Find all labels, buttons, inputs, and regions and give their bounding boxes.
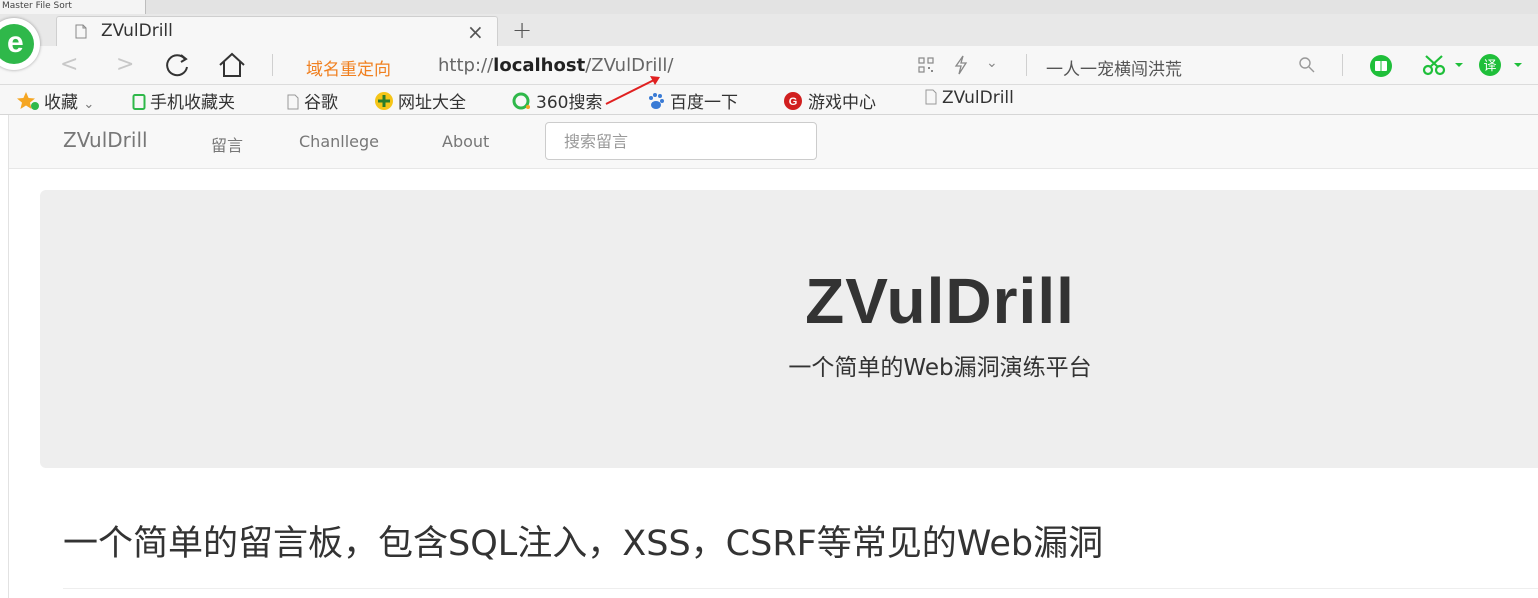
tab-strip: ZVulDrill × + [0,14,1538,46]
bookmark-360-search[interactable]: 360搜索 [512,88,602,113]
baidu-paw-icon [649,93,664,109]
bookmark-mobile-favorites[interactable]: 手机收藏夹 [132,88,235,113]
back-button[interactable]: < [60,52,78,77]
translate-extension-icon[interactable]: 译 [1476,53,1526,77]
tab-close-icon[interactable]: × [467,20,484,44]
url-host: localhost [493,55,586,76]
nav-link-challenge[interactable]: Chanllege [299,132,379,151]
scissors-extension-icon[interactable] [1420,53,1466,77]
top-strip: Master File Sort [0,0,1538,14]
browser-logo-icon: e [0,24,34,64]
new-tab-button[interactable]: + [512,16,532,44]
site-brand-link[interactable]: ZVulDrill [63,128,148,152]
site-navbar: ZVulDrill 留言 Chanllege About [9,115,1538,169]
bookmark-baidu[interactable]: 百度一下 [646,88,738,113]
page-header: 一个简单的留言板，包含SQL注入，XSS，CSRF等常见的Web漏洞 [63,524,1104,564]
bookmark-game-center[interactable]: G 游戏中心 [782,88,876,113]
jumbotron: ZVulDrill 一个简单的Web漏洞演练平台 [40,190,1538,468]
lightning-icon[interactable] [952,55,970,75]
search-messages-input[interactable] [545,122,817,160]
svg-text:译: 译 [1483,59,1496,74]
header-divider [63,588,1538,589]
page-content: ZVulDrill 留言 Chanllege About ZVulDrill 一… [8,115,1538,598]
chevron-down-icon: ⌄ [83,97,95,112]
background-tab[interactable]: Master File Sort [0,0,146,14]
tab-title: ZVulDrill [101,21,173,41]
page-icon [75,24,87,39]
toolbar-divider [1342,54,1343,76]
toolbar-divider [272,54,273,76]
search-icon[interactable] [1298,56,1316,74]
mobile-icon [132,94,146,110]
url-field[interactable]: http://localhost/ZVulDrill/ [438,55,673,76]
web-directory-icon [375,92,393,110]
search-engine-field[interactable]: 一人一宠横闯洪荒 [1046,55,1182,80]
toolbar-divider [1026,54,1027,76]
jumbotron-subtitle: 一个简单的Web漏洞演练平台 [788,355,1092,381]
bookmark-web-directory[interactable]: 网址大全 [374,88,466,113]
tab-zvuldrill[interactable]: ZVulDrill × [56,16,498,46]
forward-button[interactable]: > [116,52,134,77]
svg-text:G: G [789,96,798,108]
bookmark-zvuldrill[interactable]: ZVulDrill [924,88,1014,108]
bookmarks-bar: 收藏 ⌄ 手机收藏夹 谷歌 网址大全 360搜索 百度一下 G 游戏中心 ZVu… [0,85,1538,115]
url-scheme: http:// [438,55,494,76]
reader-extension-icon[interactable] [1366,54,1396,78]
nav-link-about[interactable]: About [442,132,489,151]
qr-code-icon[interactable] [918,57,934,73]
bookmark-google[interactable]: 谷歌 [286,88,338,113]
home-icon[interactable] [216,51,248,79]
nav-link-messages[interactable]: 留言 [211,132,243,156]
page-icon [925,89,937,105]
background-tab-label: Master File Sort [2,1,72,11]
bookmark-favorites[interactable]: 收藏 ⌄ [16,88,94,113]
360-search-icon [512,92,530,110]
jumbotron-title: ZVulDrill [805,265,1075,337]
browser-window: Master File Sort e ZVulDrill × + < > 域名重… [0,0,1538,598]
chevron-down-icon[interactable]: ⌄ [986,55,998,71]
refresh-icon[interactable] [162,51,194,79]
url-path: /ZVulDrill/ [585,55,674,76]
page-icon [287,94,299,110]
star-icon [17,92,39,110]
address-toolbar: < > 域名重定向 http://localhost/ZVulDrill/ ⌄ … [0,46,1538,85]
game-center-icon: G [784,92,802,110]
redirect-label[interactable]: 域名重定向 [306,55,391,80]
